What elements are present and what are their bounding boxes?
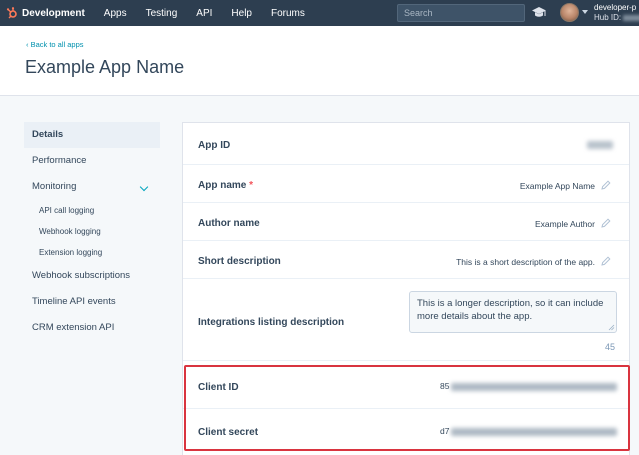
sidebar-item-label: Monitoring — [32, 181, 77, 192]
sidebar-item-details[interactable]: Details — [24, 122, 160, 148]
hub-id-redacted — [623, 14, 639, 21]
character-count: 45 — [604, 342, 615, 352]
sidebar-item-monitoring[interactable]: Monitoring — [24, 174, 160, 200]
page-title: Example App Name — [25, 57, 185, 77]
sidebar-subitem-webhook-logging[interactable]: Webhook logging — [24, 221, 160, 242]
brand[interactable]: Development — [0, 0, 85, 26]
pencil-icon[interactable] — [601, 180, 611, 190]
integrations-description-label: Integrations listing description — [198, 317, 345, 328]
required-mark: * — [249, 180, 254, 191]
pencil-icon[interactable] — [601, 256, 611, 266]
app-name-label: App name * — [198, 180, 253, 191]
client-id-label: Client ID — [198, 382, 239, 393]
app-name-value: Example App Name — [519, 181, 595, 191]
app-id-redacted-value — [587, 141, 613, 149]
user-avatar[interactable] — [560, 3, 579, 22]
integrations-description-textarea[interactable]: This is a longer description, so it can … — [409, 291, 617, 333]
sidebar: Details Performance Monitoring API call … — [24, 122, 160, 341]
app-id-row: App ID — [183, 123, 629, 165]
nav-item-api[interactable]: API — [196, 8, 212, 19]
sidebar-subitem-api-call-logging[interactable]: API call logging — [24, 200, 160, 221]
search-input[interactable] — [397, 4, 525, 22]
back-to-all-apps-link[interactable]: ‹ Back to all apps — [26, 40, 84, 49]
sidebar-item-webhook-subscriptions[interactable]: Webhook subscriptions — [24, 263, 160, 289]
client-secret-value-prefix: d7 — [440, 426, 450, 436]
client-id-redacted-value — [451, 383, 617, 391]
author-name-value: Example Author — [534, 219, 595, 229]
app-details-card: App ID App name * Example App Name Autho… — [182, 122, 630, 455]
account-menu[interactable]: developer-p Hub ID: — [594, 3, 639, 23]
sprocket-logo-icon — [6, 7, 17, 19]
nav-item-help[interactable]: Help — [231, 8, 252, 19]
nav-item-forums[interactable]: Forums — [271, 8, 305, 19]
brand-label: Development — [22, 7, 85, 19]
page-header: ‹ Back to all apps Example App Name — [0, 26, 639, 96]
client-id-value-prefix: 85 — [440, 381, 450, 391]
app-name-label-text: App name — [198, 180, 247, 191]
client-secret-row: Client secret d7 — [183, 409, 629, 455]
top-navigation-bar: Development Apps Testing API Help Forums… — [0, 0, 639, 26]
author-name-label: Author name — [198, 218, 260, 229]
short-description-row: Short description This is a short descri… — [183, 241, 629, 279]
resize-handle-icon[interactable] — [608, 324, 615, 331]
app-name-row: App name * Example App Name — [183, 165, 629, 203]
chevron-down-icon[interactable] — [582, 10, 588, 14]
chevron-down-icon[interactable] — [139, 182, 149, 192]
app-id-label: App ID — [198, 140, 231, 151]
client-secret-label: Client secret — [198, 427, 259, 438]
nav-item-testing[interactable]: Testing — [146, 8, 178, 19]
pencil-icon[interactable] — [601, 218, 611, 228]
sidebar-subitem-extension-logging[interactable]: Extension logging — [24, 242, 160, 263]
short-description-label: Short description — [198, 256, 281, 267]
graduation-cap-icon[interactable] — [531, 6, 547, 20]
client-id-row: Client ID 85 — [183, 365, 629, 409]
account-name: developer-p — [594, 3, 637, 12]
short-description-value: This is a short description of the app. — [456, 257, 595, 267]
client-secret-redacted-value — [451, 428, 617, 436]
sidebar-item-timeline-api-events[interactable]: Timeline API events — [24, 289, 160, 315]
sidebar-item-crm-extension-api[interactable]: CRM extension API — [24, 315, 160, 341]
hub-id-label: Hub ID: — [594, 13, 622, 22]
author-name-row: Author name Example Author — [183, 203, 629, 241]
nav-item-apps[interactable]: Apps — [104, 8, 127, 19]
sidebar-item-performance[interactable]: Performance — [24, 148, 160, 174]
hub-id-row: Hub ID: — [594, 13, 639, 23]
